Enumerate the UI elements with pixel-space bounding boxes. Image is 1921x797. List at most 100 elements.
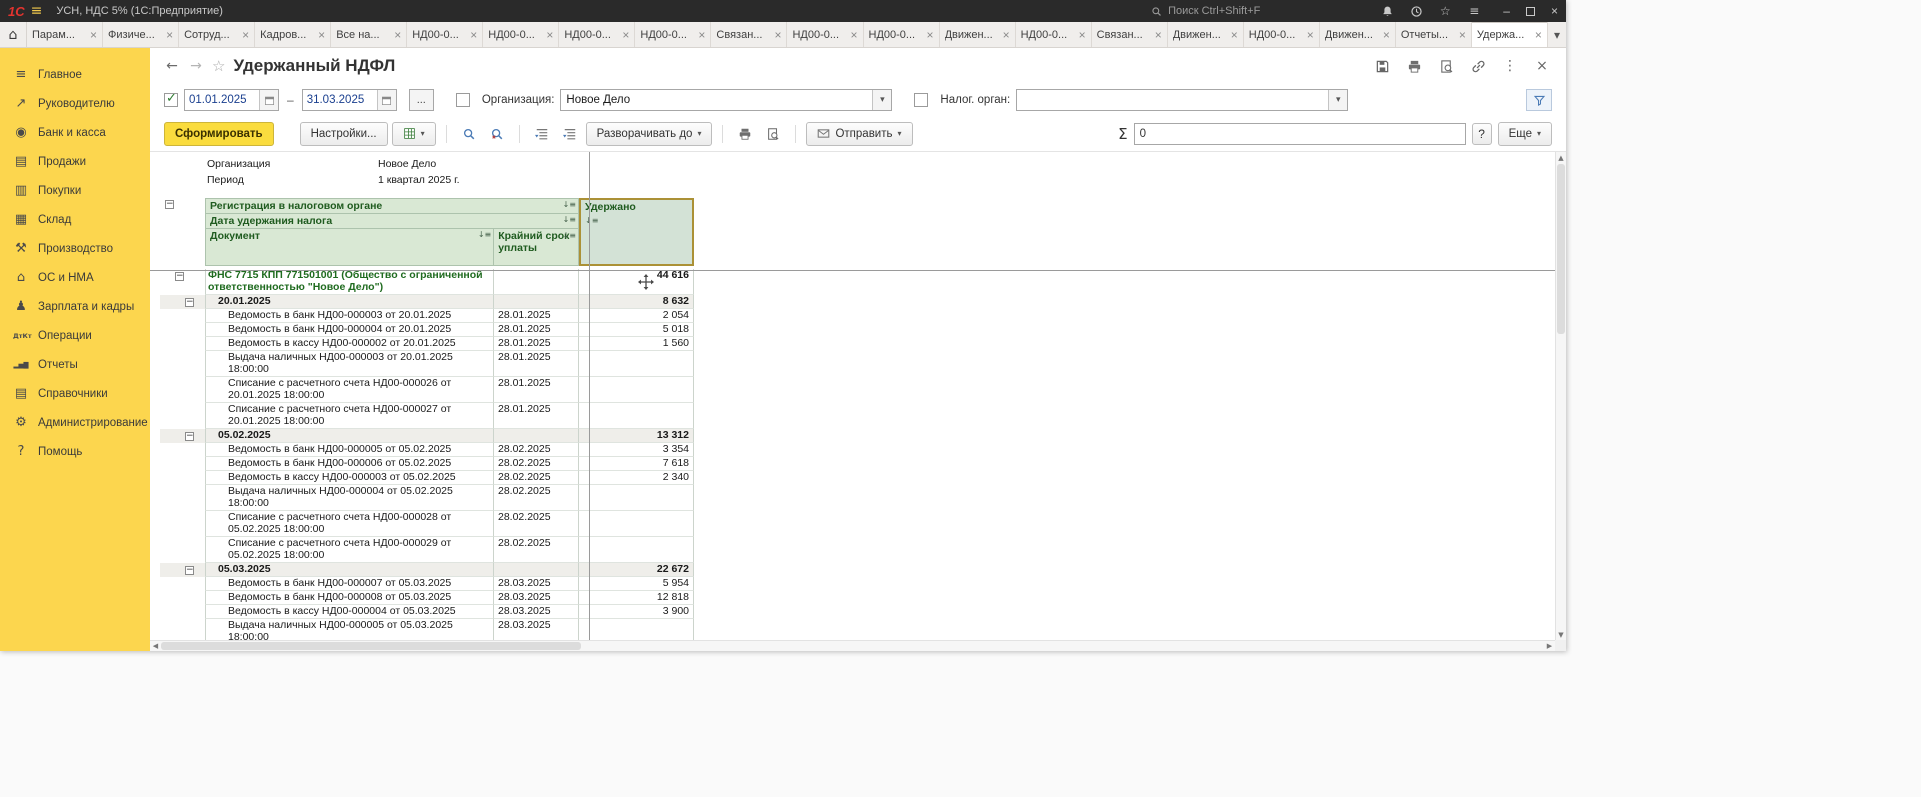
tab-6[interactable]: НД00-0...×	[407, 22, 483, 47]
sidebar-item-operations[interactable]: ДтКтОперации	[0, 321, 150, 350]
calendar-icon[interactable]	[259, 90, 278, 110]
deadline-cell[interactable]: 28.03.2025	[494, 591, 579, 605]
document-cell[interactable]: Списание с расчетного счета НД00-000027 …	[205, 403, 494, 429]
header-registration[interactable]: Регистрация в налоговом органе ↓≡	[205, 198, 579, 213]
scroll-up-icon[interactable]: ▲	[1556, 152, 1566, 163]
organization-checkbox[interactable]	[456, 93, 470, 107]
sidebar-item-sales[interactable]: ▤Продажи	[0, 147, 150, 176]
favorites-star-icon[interactable]: ☆	[1438, 4, 1452, 18]
tab-18[interactable]: Движен...×	[1320, 22, 1396, 47]
vertical-scrollbar[interactable]: ▲ ▼	[1555, 152, 1566, 640]
document-cell[interactable]: Ведомость в банк НД00-000008 от 05.03.20…	[205, 591, 494, 605]
deadline-cell[interactable]: 28.02.2025	[494, 471, 579, 485]
back-button[interactable]: ←	[160, 54, 184, 78]
tab-close-icon[interactable]: ×	[1079, 28, 1086, 42]
home-button[interactable]: ⌂	[0, 22, 27, 47]
report-variants-button[interactable]: ▾	[392, 122, 436, 146]
scroll-right-icon[interactable]: ▶	[1544, 641, 1555, 651]
amount-cell[interactable]: 12 818	[579, 591, 694, 605]
document-cell[interactable]: Ведомость в банк НД00-000005 от 05.02.20…	[205, 443, 494, 457]
collapse-group-button[interactable]: −	[185, 432, 194, 441]
period-checkbox[interactable]	[164, 93, 178, 107]
deadline-cell[interactable]: 28.03.2025	[494, 577, 579, 591]
document-cell[interactable]: Ведомость в банк НД00-000007 от 05.03.20…	[205, 577, 494, 591]
sidebar-item-bank[interactable]: ◉Банк и касса	[0, 118, 150, 147]
collapse-group-button[interactable]: −	[185, 566, 194, 575]
document-cell[interactable]: Ведомость в кассу НД00-000004 от 05.03.2…	[205, 605, 494, 619]
amount-cell[interactable]: 3 354	[579, 443, 694, 457]
autosum-input[interactable]	[1134, 123, 1466, 145]
close-window-button[interactable]: ×	[1551, 5, 1558, 17]
sort-icon[interactable]: ↓≡	[563, 200, 576, 209]
history-clock-icon[interactable]	[1409, 4, 1423, 18]
tab-close-icon[interactable]: ×	[927, 28, 934, 42]
tax-authority-combo[interactable]: ▾	[1016, 89, 1348, 111]
scroll-down-icon[interactable]: ▼	[1556, 629, 1566, 640]
chevron-down-icon[interactable]: ▾	[1328, 90, 1347, 110]
expand-groups-icon[interactable]	[558, 122, 582, 146]
tab-13[interactable]: Движен...×	[940, 22, 1016, 47]
expand-to-button[interactable]: Разворачивать до ▾	[586, 122, 713, 146]
tab-close-icon[interactable]: ×	[1231, 28, 1238, 42]
amount-cell[interactable]: 13 312	[579, 429, 694, 443]
tab-11[interactable]: НД00-0...×	[787, 22, 863, 47]
tab-close-icon[interactable]: ×	[166, 28, 173, 42]
amount-cell[interactable]	[579, 485, 694, 511]
tab-close-icon[interactable]: ×	[774, 28, 781, 42]
deadline-cell[interactable]	[494, 563, 579, 577]
tax-authority-checkbox[interactable]	[914, 93, 928, 107]
document-cell[interactable]: Ведомость в кассу НД00-000003 от 05.02.2…	[205, 471, 494, 485]
tab-3[interactable]: Сотруд...×	[179, 22, 255, 47]
amount-cell[interactable]	[579, 377, 694, 403]
deadline-cell[interactable]: 28.01.2025	[494, 403, 579, 429]
toolbar-print-icon[interactable]	[733, 122, 757, 146]
deadline-cell[interactable]: 28.03.2025	[494, 605, 579, 619]
tab-5[interactable]: Все на...×	[331, 22, 407, 47]
global-search[interactable]: Поиск Ctrl+Shift+F	[1151, 5, 1260, 17]
amount-cell[interactable]: 22 672	[579, 563, 694, 577]
amount-cell[interactable]: 7 618	[579, 457, 694, 471]
sort-icon[interactable]: ↓≡	[478, 230, 491, 239]
tab-7[interactable]: НД00-0...×	[483, 22, 559, 47]
deadline-cell[interactable]	[494, 429, 579, 443]
document-cell[interactable]: 05.02.2025	[205, 429, 494, 443]
organization-combo[interactable]: Новое Дело ▾	[560, 89, 892, 111]
deadline-cell[interactable]: 28.02.2025	[494, 537, 579, 563]
tab-2[interactable]: Физиче...×	[103, 22, 179, 47]
document-cell[interactable]: Списание с расчетного счета НД00-000029 …	[205, 537, 494, 563]
amount-cell[interactable]: 44 616	[579, 269, 694, 295]
tab-close-icon[interactable]: ×	[1307, 28, 1314, 42]
collapse-groups-icon[interactable]	[530, 122, 554, 146]
tab-4[interactable]: Кадров...×	[255, 22, 331, 47]
tab-close-icon[interactable]: ×	[546, 28, 553, 42]
tab-17[interactable]: НД00-0...×	[1244, 22, 1320, 47]
deadline-cell[interactable]	[494, 295, 579, 309]
document-cell[interactable]: Ведомость в банк НД00-000004 от 20.01.20…	[205, 323, 494, 337]
sidebar-item-salary[interactable]: ♟Зарплата и кадры	[0, 292, 150, 321]
sidebar-item-help[interactable]: ?Помощь	[0, 437, 150, 466]
amount-cell[interactable]	[579, 537, 694, 563]
tab-close-icon[interactable]: ×	[470, 28, 477, 42]
main-menu-icon[interactable]: ≡	[31, 3, 43, 19]
document-cell[interactable]: Ведомость в кассу НД00-000002 от 20.01.2…	[205, 337, 494, 351]
service-menu-icon[interactable]: ≡	[1467, 4, 1481, 18]
amount-cell[interactable]	[579, 511, 694, 537]
tab-overflow-button[interactable]: ▾	[1548, 22, 1566, 47]
sort-icon[interactable]: ↓≡	[563, 230, 576, 242]
document-cell[interactable]: 20.01.2025	[205, 295, 494, 309]
notifications-bell-icon[interactable]	[1380, 4, 1394, 18]
add-favorite-star-icon[interactable]: ☆	[212, 57, 225, 75]
tab-close-icon[interactable]: ×	[1003, 28, 1010, 42]
tab-1[interactable]: Парам...×	[27, 22, 103, 47]
help-button[interactable]: ?	[1472, 123, 1492, 145]
tab-12[interactable]: НД00-0...×	[864, 22, 940, 47]
deadline-cell[interactable]: 28.01.2025	[494, 309, 579, 323]
more-menu-icon[interactable]: ⋮	[1502, 58, 1518, 74]
toolbar-preview-icon[interactable]	[761, 122, 785, 146]
header-document[interactable]: Документ ↓≡	[206, 229, 494, 265]
sidebar-item-reports[interactable]: ▂▅▇Отчеты	[0, 350, 150, 379]
period-options-button[interactable]: ...	[409, 89, 434, 111]
deadline-cell[interactable]: 28.02.2025	[494, 511, 579, 537]
deadline-cell[interactable]: 28.01.2025	[494, 377, 579, 403]
amount-cell[interactable]: 3 900	[579, 605, 694, 619]
